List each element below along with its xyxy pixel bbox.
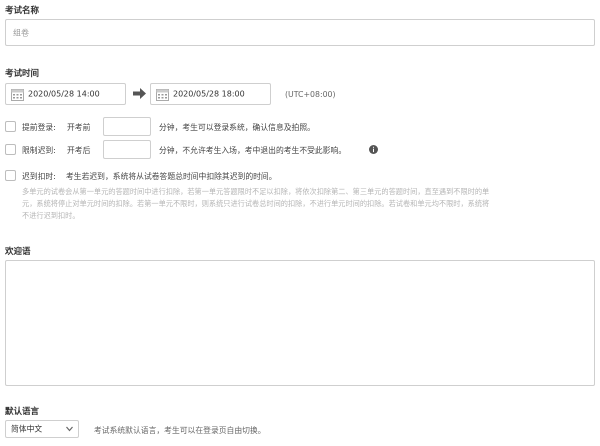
language-selected: 简体中文 [11,424,43,434]
welcome-textarea[interactable] [5,260,595,386]
start-time-input[interactable]: 2020/05/28 14:00 [5,83,126,105]
late-deduct-label: 迟到扣时: [22,172,56,181]
late-deduct-text: 考生若迟到，系统将从试卷答题总时间中扣除其迟到的时间。 [66,172,277,181]
note-line: 不进行迟到扣时。 [22,211,80,220]
language-select[interactable]: 简体中文 [5,420,79,438]
exam-name-label: 考试名称 [5,6,40,16]
late-limit-checkbox[interactable] [5,144,16,155]
info-icon[interactable] [369,145,378,154]
arrow-right-icon [133,88,146,99]
start-time-value: 2020/05/28 14:00 [28,89,100,99]
note-line: 多单元的试卷会从第一单元的答题时间中进行扣除，若第一单元答题限时不足以扣除，将依… [22,187,490,196]
exam-time-label: 考试时间 [5,69,40,79]
exam-name-placeholder: 组卷 [13,28,29,37]
late-limit-prefix: 开考后 [67,146,91,155]
late-deduct-note: 多单元的试卷会从第一单元的答题时间中进行扣除，若第一单元答题限时不足以扣除，将依… [22,186,596,222]
timezone-label: (UTC+08:00) [285,90,336,99]
end-time-input[interactable]: 2020/05/28 18:00 [150,83,271,105]
late-deduct-checkbox[interactable] [5,170,16,181]
early-login-label: 提前登录: [22,123,56,132]
late-limit-minutes-input[interactable] [103,140,151,159]
late-limit-suffix: 分钟，不允许考生入场，考中退出的考生不受此影响。 [159,146,347,155]
early-login-suffix: 分钟，考生可以登录系统，确认信息及拍照。 [159,123,315,132]
early-login-checkbox[interactable] [5,121,16,132]
early-login-prefix: 开考前 [67,123,91,132]
late-limit-label: 限制迟到: [22,146,56,155]
welcome-label: 欢迎语 [5,247,31,257]
chevron-down-icon [66,426,73,432]
calendar-icon [156,89,169,101]
default-language-label: 默认语言 [5,407,40,417]
early-login-minutes-input[interactable] [103,117,151,136]
exam-name-input[interactable]: 组卷 [5,19,595,46]
calendar-icon [11,89,24,101]
end-time-value: 2020/05/28 18:00 [173,89,245,99]
language-hint: 考试系统默认语言，考生可以在登录页自由切换。 [94,426,266,435]
note-line: 元，系统将停止对单元时间的扣除。若第一单元不限时，则系统只进行试卷总时间的扣除，… [22,199,490,208]
